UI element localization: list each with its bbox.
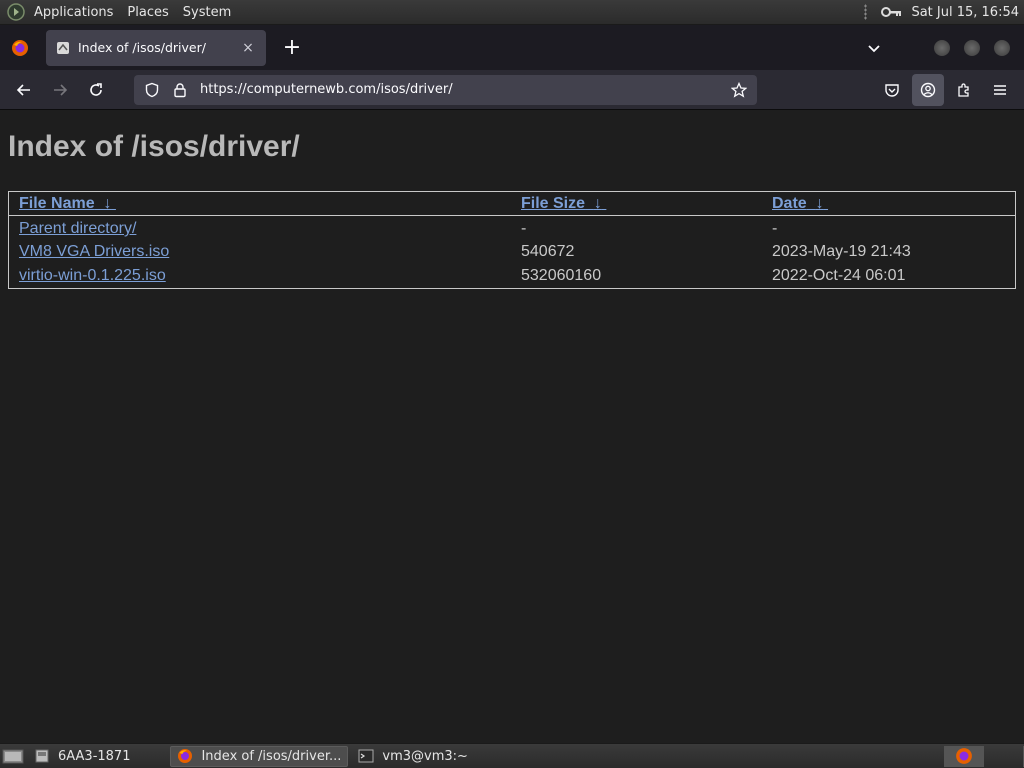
back-arrow-icon [16, 83, 30, 96]
sort-by-file-name-link[interactable]: File Name ↓ [19, 195, 116, 212]
key-icon[interactable] [881, 5, 903, 19]
url-bar[interactable]: https://computernewb.com/isos/driver/ [134, 74, 757, 105]
close-window-button[interactable] [994, 39, 1010, 56]
firefox-view-icon[interactable] [11, 39, 29, 57]
table-header-row: File Name ↓ File Size ↓ Date ↓ [9, 192, 1015, 216]
back-button[interactable] [8, 74, 40, 106]
pocket-button[interactable] [876, 74, 908, 106]
file-date-cell: - [772, 220, 778, 237]
page-title: Index of /isos/driver/ [8, 130, 300, 163]
app-menu-button[interactable] [984, 74, 1016, 106]
table-row: Parent directory/ - - [9, 216, 1015, 240]
url-text[interactable]: https://computernewb.com/isos/driver/ [200, 82, 731, 97]
bookmark-star-icon[interactable] [731, 81, 747, 98]
sort-down-arrow-icon: ↓ [815, 195, 824, 212]
table-row: virtio-win-0.1.225.iso 532060160 2022-Oc… [9, 264, 1015, 288]
header-date: Date ↓ [762, 192, 1015, 216]
table-row: VM8 VGA Drivers.iso 540672 2023-May-19 2… [9, 240, 1015, 264]
firefox-icon [955, 748, 972, 764]
header-file-name: File Name ↓ [9, 192, 511, 216]
page-favicon-icon [57, 41, 69, 54]
workspace-2[interactable] [984, 745, 1024, 767]
file-date-cell: 2022-Oct-24 06:01 [772, 267, 906, 284]
minimize-window-button[interactable] [934, 39, 950, 56]
file-listing-table: File Name ↓ File Size ↓ Date ↓ Parent di… [8, 191, 1016, 289]
top-panel: Applications Places System Sat Jul 15, 1… [0, 0, 1024, 25]
taskbar-item-label: 6AA3-1871 [58, 748, 131, 764]
sort-down-arrow-icon: ↓ [593, 195, 602, 212]
terminal-icon [358, 749, 374, 763]
distro-logo-icon[interactable] [7, 3, 25, 21]
system-menu[interactable]: System [176, 5, 238, 20]
maximize-window-button[interactable] [964, 39, 980, 56]
hamburger-menu-icon [994, 84, 1006, 95]
bottom-panel: 6AA3-1871 Index of /isos/driver... vm3@v… [0, 743, 1024, 768]
places-menu[interactable]: Places [120, 5, 175, 20]
tab-bar: Index of /isos/driver/ × + [0, 25, 1024, 70]
lock-icon[interactable] [172, 82, 188, 98]
forward-button[interactable] [44, 74, 76, 106]
tab-title: Index of /isos/driver/ [78, 40, 206, 55]
taskbar-item-terminal[interactable]: vm3@vm3:~ [352, 746, 474, 767]
sort-by-date-link[interactable]: Date ↓ [772, 195, 828, 212]
navigation-toolbar: https://computernewb.com/isos/driver/ [0, 70, 1024, 110]
reload-button[interactable] [80, 74, 112, 106]
show-desktop-icon[interactable] [2, 747, 24, 765]
pocket-icon [885, 83, 899, 97]
close-tab-icon[interactable]: × [240, 40, 256, 56]
forward-arrow-icon [54, 83, 68, 96]
file-size-cell: - [521, 220, 527, 237]
header-file-size: File Size ↓ [511, 192, 762, 216]
workspace-1[interactable] [944, 745, 984, 767]
taskbar-item-label: vm3@vm3:~ [382, 748, 468, 764]
page-content: Index of /isos/driver/ File Name ↓ File … [0, 110, 1024, 743]
list-all-tabs-icon[interactable] [864, 38, 884, 58]
file-size-cell: 540672 [521, 243, 575, 260]
account-icon [920, 82, 936, 97]
taskbar-item-firefox[interactable]: Index of /isos/driver... [170, 745, 349, 767]
applications-menu[interactable]: Applications [27, 5, 120, 20]
extensions-button[interactable] [948, 74, 980, 106]
taskbar-item-label: Index of /isos/driver... [201, 748, 342, 764]
taskbar-item-disk[interactable]: 6AA3-1871 [28, 746, 136, 767]
account-button[interactable] [912, 73, 944, 106]
puzzle-piece-icon [958, 82, 969, 97]
sort-down-arrow-icon: ↓ [103, 195, 112, 212]
disk-icon [35, 749, 49, 763]
workspace-switcher [944, 744, 1024, 768]
clock[interactable]: Sat Jul 15, 16:54 [911, 5, 1024, 20]
file-size-cell: 532060160 [521, 267, 602, 284]
file-date-cell: 2023-May-19 21:43 [772, 243, 911, 260]
panel-grip [864, 4, 868, 20]
file-link-virtio-win[interactable]: virtio-win-0.1.225.iso [19, 267, 166, 284]
reload-icon [90, 82, 102, 96]
sort-by-file-size-link[interactable]: File Size ↓ [521, 195, 606, 212]
tracking-protection-shield-icon[interactable] [144, 82, 160, 98]
file-link-vm8-vga-drivers[interactable]: VM8 VGA Drivers.iso [19, 243, 169, 260]
file-link-parent-directory[interactable]: Parent directory/ [19, 220, 136, 237]
new-tab-button[interactable]: + [280, 36, 304, 59]
firefox-icon [178, 749, 193, 763]
tab-index-of-isos-driver[interactable]: Index of /isos/driver/ × [46, 29, 266, 66]
